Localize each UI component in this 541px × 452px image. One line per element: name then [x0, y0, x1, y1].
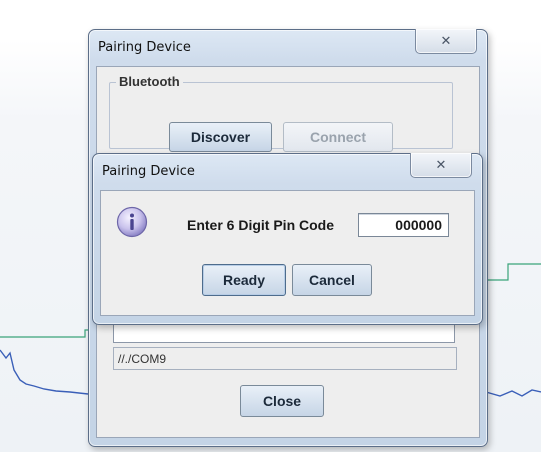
bluetooth-group-label: Bluetooth [116, 74, 183, 89]
dialog-title: Pairing Device [102, 164, 195, 179]
plot-line-green-right [486, 263, 541, 281]
port-field: //./COM9 [113, 347, 457, 370]
info-icon [116, 206, 148, 238]
cancel-button[interactable]: Cancel [292, 264, 372, 296]
pin-code-dialog: Pairing Device ✕ Enter 6 Digit Pin Code … [92, 153, 483, 325]
plot-line-blue [0, 349, 89, 395]
discover-button[interactable]: Discover [169, 122, 272, 152]
bluetooth-group: Bluetooth [109, 74, 453, 149]
dialog-close-button[interactable]: ✕ [410, 153, 472, 178]
window-close-button[interactable]: ✕ [415, 29, 477, 54]
connect-button[interactable]: Connect [283, 122, 393, 152]
close-icon: ✕ [435, 157, 447, 173]
dialog-content: Enter 6 Digit Pin Code Ready Cancel [100, 190, 475, 316]
pin-code-label: Enter 6 Digit Pin Code [187, 217, 335, 233]
close-icon: ✕ [440, 33, 452, 49]
plot-line-green [0, 329, 92, 338]
close-button[interactable]: Close [240, 385, 324, 417]
ready-button[interactable]: Ready [202, 264, 286, 296]
plot-line-blue-right [485, 389, 541, 397]
pin-code-input[interactable] [358, 213, 449, 237]
window-title: Pairing Device [98, 40, 191, 55]
